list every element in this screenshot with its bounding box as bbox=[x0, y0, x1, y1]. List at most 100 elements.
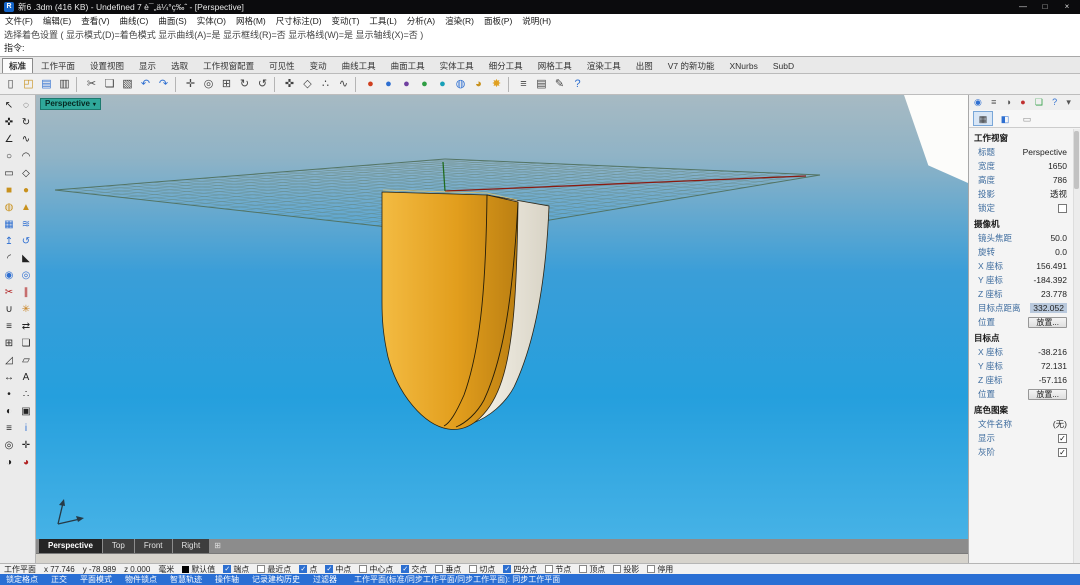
status-toggle-4[interactable]: 智慧轨迹 bbox=[170, 574, 202, 585]
layer-tool-icon[interactable]: ≡ bbox=[1, 420, 18, 437]
record-history-icon[interactable]: ∿ bbox=[335, 76, 352, 93]
cone-icon[interactable]: ▲ bbox=[18, 199, 35, 216]
osnap-checkbox[interactable] bbox=[359, 565, 367, 573]
gumball-icon[interactable]: ◇ bbox=[299, 76, 316, 93]
osnap-checkbox[interactable] bbox=[469, 565, 477, 573]
ribbon-tab-14[interactable]: 出图 bbox=[629, 58, 660, 73]
undo-view-icon[interactable]: ↺ bbox=[254, 76, 271, 93]
fillet-icon[interactable]: ◜ bbox=[1, 250, 18, 267]
menu-item-12[interactable]: 面板(P) bbox=[479, 15, 517, 27]
panel-section-header-1[interactable]: 摄像机 bbox=[969, 215, 1080, 231]
page-properties-tab[interactable]: ▭ bbox=[1017, 111, 1037, 126]
text-icon[interactable]: A bbox=[18, 369, 35, 386]
select-arrow-icon[interactable]: ↖ bbox=[1, 97, 18, 114]
sphere-icon[interactable]: ● bbox=[18, 182, 35, 199]
cylinder-icon[interactable]: ◍ bbox=[1, 199, 18, 216]
libraries-panel-icon[interactable]: ❏ bbox=[1035, 95, 1043, 110]
object-properties-icon[interactable]: ▤ bbox=[533, 76, 550, 93]
ribbon-tab-10[interactable]: 实体工具 bbox=[433, 58, 481, 73]
offset-icon[interactable]: ≡ bbox=[1, 318, 18, 335]
redo-icon[interactable]: ↷ bbox=[155, 76, 172, 93]
menu-item-4[interactable]: 曲面(S) bbox=[153, 15, 191, 27]
extrude-icon[interactable]: ↥ bbox=[1, 233, 18, 250]
pan-tool-icon[interactable]: ✛ bbox=[18, 437, 35, 454]
model-object[interactable] bbox=[382, 190, 549, 429]
trim-icon[interactable]: ✂ bbox=[1, 284, 18, 301]
viewport-tab-top[interactable]: Top bbox=[103, 539, 134, 553]
group-icon[interactable]: ❏ bbox=[18, 335, 35, 352]
raytraced-viewport-icon[interactable]: ● bbox=[434, 76, 451, 93]
units-button[interactable]: 毫米 bbox=[158, 564, 174, 575]
polyline-icon[interactable]: ∠ bbox=[1, 131, 18, 148]
osnap-checkbox[interactable] bbox=[257, 565, 265, 573]
ribbon-tab-16[interactable]: XNurbs bbox=[723, 58, 765, 73]
viewport-canvas[interactable] bbox=[36, 95, 968, 539]
panel-row-value[interactable]: (无) bbox=[1053, 418, 1067, 430]
panel-checkbox[interactable]: ✓ bbox=[1058, 448, 1067, 457]
viewport-properties-tab[interactable]: ▦ bbox=[973, 111, 993, 126]
osnap-toggle-11[interactable]: 投影 bbox=[613, 564, 639, 575]
menu-item-3[interactable]: 曲线(C) bbox=[115, 15, 154, 27]
osnap-toggle-10[interactable]: 顶点 bbox=[579, 564, 605, 575]
lighting-icon[interactable]: ✸ bbox=[488, 76, 505, 93]
osnap-toggle-2[interactable]: ✓点 bbox=[299, 564, 317, 575]
panel-row-value[interactable]: 0.0 bbox=[1055, 247, 1067, 257]
panel-row-value[interactable]: 1650 bbox=[1048, 161, 1067, 171]
menu-item-13[interactable]: 说明(H) bbox=[517, 15, 556, 27]
osnap-toggle-0[interactable]: ✓端点 bbox=[223, 564, 249, 575]
ribbon-tab-9[interactable]: 曲面工具 bbox=[384, 58, 432, 73]
join-icon[interactable]: ∪ bbox=[1, 301, 18, 318]
osnap-checkbox[interactable]: ✓ bbox=[503, 565, 511, 573]
viewport-tab-right[interactable]: Right bbox=[173, 539, 210, 553]
osnap-toggle-5[interactable]: ✓交点 bbox=[401, 564, 427, 575]
menu-item-7[interactable]: 尺寸标注(D) bbox=[271, 15, 327, 27]
menu-item-0[interactable]: 文件(F) bbox=[0, 15, 38, 27]
display-panel-icon[interactable]: ◑ bbox=[1006, 95, 1011, 110]
explode-icon[interactable]: ✳ bbox=[18, 301, 35, 318]
osnap-toggle-9[interactable]: 节点 bbox=[545, 564, 571, 575]
close-button[interactable]: × bbox=[1056, 0, 1078, 14]
ribbon-tab-0[interactable]: 标准 bbox=[2, 58, 33, 73]
panel-checkbox[interactable]: ✓ bbox=[1058, 434, 1067, 443]
panel-checkbox[interactable] bbox=[1058, 204, 1067, 213]
osnap-checkbox[interactable] bbox=[647, 565, 655, 573]
render-tool-icon[interactable]: ◕ bbox=[18, 454, 35, 471]
panel-section-header-3[interactable]: 底色图案 bbox=[969, 401, 1080, 417]
boolean-union-icon[interactable]: ◉ bbox=[1, 267, 18, 284]
menu-item-6[interactable]: 网格(M) bbox=[231, 15, 271, 27]
ribbon-tab-17[interactable]: SubD bbox=[766, 58, 801, 73]
ribbon-tab-12[interactable]: 网格工具 bbox=[531, 58, 579, 73]
panel-row-value[interactable]: -184.392 bbox=[1033, 275, 1067, 285]
osnap-checkbox[interactable]: ✓ bbox=[299, 565, 307, 573]
viewport-tab-front[interactable]: Front bbox=[135, 539, 172, 553]
ribbon-tab-13[interactable]: 渲染工具 bbox=[580, 58, 628, 73]
revolve-icon[interactable]: ↺ bbox=[18, 233, 35, 250]
status-toggle-5[interactable]: 操作轴 bbox=[215, 574, 239, 585]
osnap-toggle-3[interactable]: ✓中点 bbox=[325, 564, 351, 575]
point-icon[interactable]: • bbox=[1, 386, 18, 403]
rotate-view-icon[interactable]: ↻ bbox=[236, 76, 253, 93]
circle-icon[interactable]: ○ bbox=[1, 148, 18, 165]
help-panel-icon[interactable]: ? bbox=[1052, 95, 1057, 110]
box-icon[interactable]: ■ bbox=[1, 182, 18, 199]
help-icon[interactable]: ? bbox=[569, 76, 586, 93]
osnap-checkbox[interactable] bbox=[545, 565, 553, 573]
viewport-tab-perspective[interactable]: Perspective bbox=[39, 539, 102, 553]
current-layer-button[interactable]: 默认值 bbox=[182, 564, 215, 575]
materials-panel-icon[interactable]: ● bbox=[1020, 95, 1025, 110]
ribbon-tab-5[interactable]: 工作视窗配置 bbox=[196, 58, 261, 73]
osnap-toggle-1[interactable]: 最近点 bbox=[257, 564, 291, 575]
array-icon[interactable]: ⊞ bbox=[1, 335, 18, 352]
panel-row-value[interactable]: 透视 bbox=[1050, 188, 1067, 200]
osnap-checkbox[interactable] bbox=[579, 565, 587, 573]
ribbon-tab-2[interactable]: 设置视图 bbox=[83, 58, 131, 73]
loft-icon[interactable]: ≋ bbox=[18, 216, 35, 233]
move-tool-icon[interactable]: ✜ bbox=[1, 114, 18, 131]
status-toggle-7[interactable]: 过滤器 bbox=[313, 574, 337, 585]
new-viewport-tab-button[interactable]: ⊞ bbox=[210, 539, 225, 553]
rendered-viewport-icon[interactable]: ● bbox=[380, 76, 397, 93]
command-prompt-input[interactable]: 指令: bbox=[4, 42, 1076, 55]
object-properties-tab[interactable]: ◧ bbox=[995, 111, 1015, 126]
panel-section-header-0[interactable]: 工作视窗 bbox=[969, 129, 1080, 145]
menu-item-9[interactable]: 工具(L) bbox=[364, 15, 401, 27]
